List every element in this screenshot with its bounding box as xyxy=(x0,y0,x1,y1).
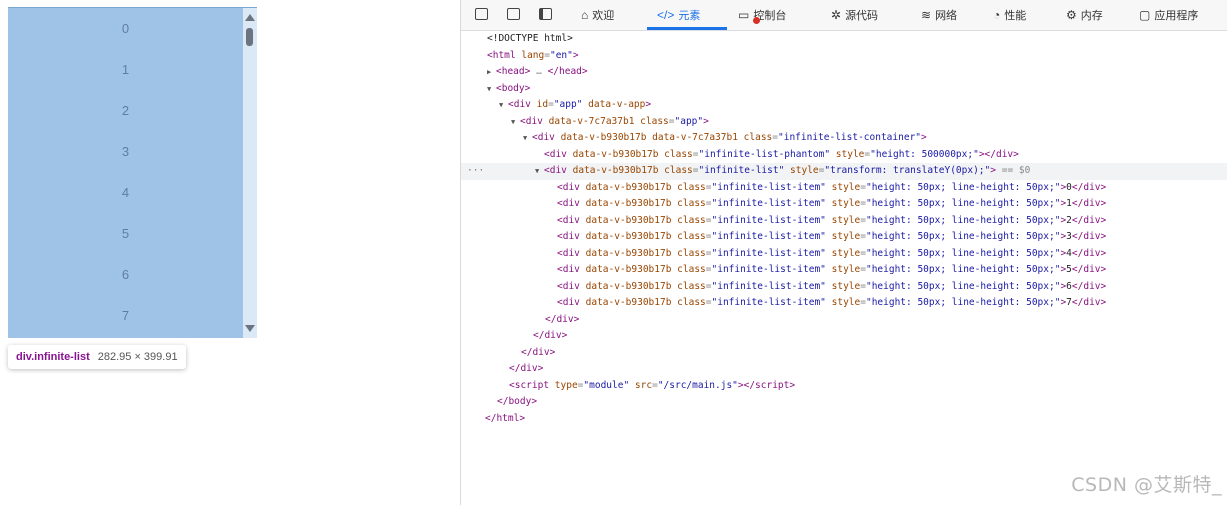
console-error-badge xyxy=(753,17,760,24)
list-item[interactable]: 0 xyxy=(8,8,257,49)
code-icon: </> xyxy=(657,8,675,22)
dom-node-list-item[interactable]: <div data-v-b930b17b class="infinite-lis… xyxy=(461,229,1227,246)
dom-tree: <!DOCTYPE html> <html lang="en"> ▶ <head>… xyxy=(461,31,1227,427)
inspect-element-icon[interactable] xyxy=(475,8,488,20)
list-item[interactable]: 3 xyxy=(8,131,257,172)
dom-node-head[interactable]: ▶ <head> … </head> xyxy=(461,64,1227,81)
dom-node-close-app[interactable]: </div> xyxy=(461,345,1227,362)
scroll-down-arrow-icon[interactable] xyxy=(245,325,255,332)
dom-node-close-body[interactable]: </body> xyxy=(461,394,1227,411)
dom-node-close-container[interactable]: </div> xyxy=(461,328,1227,345)
list-item[interactable]: 4 xyxy=(8,172,257,213)
tooltip-element-tag: div.infinite-list xyxy=(16,351,90,363)
dom-node-list-phantom[interactable]: <div data-v-b930b17b class="infinite-lis… xyxy=(461,147,1227,164)
dom-node-app[interactable]: ▼ <div data-v-7c7a37b1 class="app"> xyxy=(461,114,1227,131)
wifi-icon: ≋ xyxy=(921,8,932,22)
dom-node-infinite-list-selected[interactable]: ··· ▼ <div data-v-b930b17b class="infinit… xyxy=(461,163,1227,180)
infinite-list-highlight[interactable]: 0 1 2 3 4 5 6 7 xyxy=(8,7,257,338)
console-icon: ▭ xyxy=(738,8,750,22)
gauge-icon: ◔ xyxy=(993,8,1001,22)
tab-network[interactable]: ≋ 网络 xyxy=(921,0,957,30)
collapsed-ellipsis[interactable]: … xyxy=(536,66,542,77)
scroll-thumb[interactable] xyxy=(246,28,253,46)
app-window-icon: ▢ xyxy=(1139,8,1151,22)
expand-arrow-icon[interactable]: ▶ xyxy=(487,64,496,81)
devtools-toolbar: ⌂ 欢迎 </> 元素 ▭ 控制台 ✲ 源代码 ≋ 网络 ◔ 性能 ⚙ 内存 ▢ 应用程序 xyxy=(461,0,1227,31)
collapse-arrow-icon[interactable]: ▼ xyxy=(535,163,544,180)
scroll-up-arrow-icon[interactable] xyxy=(245,14,255,21)
inspect-tooltip: div.infinite-list 282.95 × 399.91 xyxy=(8,345,186,369)
dom-node-list-item[interactable]: <div data-v-b930b17b class="infinite-lis… xyxy=(461,246,1227,263)
list-item[interactable]: 1 xyxy=(8,49,257,90)
list-item[interactable]: 6 xyxy=(8,254,257,295)
dom-node-list-item[interactable]: <div data-v-b930b17b class="infinite-lis… xyxy=(461,213,1227,230)
collapse-arrow-icon[interactable]: ▼ xyxy=(511,114,520,131)
tab-console[interactable]: ▭ 控制台 xyxy=(738,0,786,30)
tab-application[interactable]: ▢ 应用程序 xyxy=(1139,0,1198,30)
dom-node-html[interactable]: <html lang="en"> xyxy=(461,48,1227,65)
collapse-arrow-icon[interactable]: ▼ xyxy=(499,97,508,114)
dom-node-list-item[interactable]: <div data-v-b930b17b class="infinite-lis… xyxy=(461,196,1227,213)
list-scrollbar[interactable] xyxy=(243,8,257,338)
list-item[interactable]: 5 xyxy=(8,213,257,254)
more-options-icon[interactable]: ··· xyxy=(467,163,484,180)
dom-node-list-container[interactable]: ▼ <div data-v-b930b17b data-v-7c7a37b1 cl… xyxy=(461,130,1227,147)
dom-node-app-root[interactable]: ▼ <div id="app" data-v-app> xyxy=(461,97,1227,114)
collapse-arrow-icon[interactable]: ▼ xyxy=(487,81,496,98)
tooltip-element-size: 282.95 × 399.91 xyxy=(97,351,178,363)
selected-node-marker: == $0 xyxy=(1001,165,1031,176)
dom-node-close-list[interactable]: </div> xyxy=(461,312,1227,329)
dom-node-list-item[interactable]: <div data-v-b930b17b class="infinite-lis… xyxy=(461,180,1227,197)
bug-icon: ✲ xyxy=(831,8,842,22)
dom-node-close-app-root[interactable]: </div> xyxy=(461,361,1227,378)
tab-welcome[interactable]: ⌂ 欢迎 xyxy=(581,0,614,30)
dom-node-doctype[interactable]: <!DOCTYPE html> xyxy=(461,31,1227,48)
dom-node-list-item[interactable]: <div data-v-b930b17b class="infinite-lis… xyxy=(461,279,1227,296)
tab-memory[interactable]: ⚙ 内存 xyxy=(1066,0,1103,30)
dock-side-icon[interactable] xyxy=(539,8,552,20)
page-preview: 0 1 2 3 4 5 6 7 div.infinite-list 282.95 … xyxy=(0,0,460,505)
dom-node-close-html[interactable]: </html> xyxy=(461,411,1227,428)
collapse-arrow-icon[interactable]: ▼ xyxy=(523,130,532,147)
tab-performance[interactable]: ◔ 性能 xyxy=(993,0,1026,30)
device-emulation-icon[interactable] xyxy=(507,8,520,20)
chip-icon: ⚙ xyxy=(1066,8,1077,22)
dom-node-body[interactable]: ▼ <body> xyxy=(461,81,1227,98)
dom-node-list-item[interactable]: <div data-v-b930b17b class="infinite-lis… xyxy=(461,295,1227,312)
dom-node-list-item[interactable]: <div data-v-b930b17b class="infinite-lis… xyxy=(461,262,1227,279)
watermark: CSDN @艾斯特_ xyxy=(1071,474,1222,496)
tab-elements[interactable]: </> 元素 xyxy=(657,0,700,30)
devtools-panel: ⌂ 欢迎 </> 元素 ▭ 控制台 ✲ 源代码 ≋ 网络 ◔ 性能 ⚙ 内存 ▢ 应用程序 <!… xyxy=(460,0,1227,505)
list-item[interactable]: 7 xyxy=(8,295,257,336)
home-icon: ⌂ xyxy=(581,8,589,22)
tab-sources[interactable]: ✲ 源代码 xyxy=(831,0,878,30)
dom-node-script[interactable]: <script type="module" src="/src/main.js"… xyxy=(461,378,1227,395)
list-item[interactable]: 2 xyxy=(8,90,257,131)
active-tab-indicator xyxy=(647,27,727,30)
